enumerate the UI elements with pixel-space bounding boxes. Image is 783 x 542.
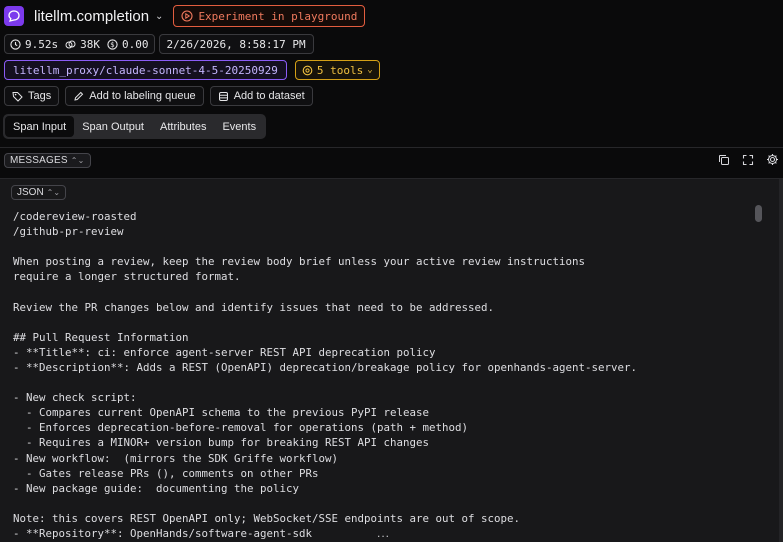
code-line: - **Description**: Adds a REST (OpenAPI)… bbox=[13, 360, 638, 374]
model-name-chip[interactable]: litellm_proxy/claude-sonnet-4-5-20250929 bbox=[4, 60, 287, 80]
copy-icon[interactable] bbox=[718, 154, 730, 166]
scrollbar-thumb[interactable] bbox=[755, 205, 762, 222]
code-line: /codereview-roasted bbox=[13, 210, 137, 223]
chevron-updown-icon: ⌃⌄ bbox=[46, 188, 61, 197]
experiment-in-playground-button[interactable]: Experiment in playground bbox=[173, 5, 366, 27]
tokens-value: 38K bbox=[80, 37, 100, 51]
chevron-updown-icon: ⌃⌄ bbox=[70, 155, 85, 165]
code-line: - New check script: bbox=[13, 391, 137, 405]
tools-label: 5 tools bbox=[316, 63, 364, 77]
code-line: Note: this covers REST OpenAPI only; Web… bbox=[13, 511, 521, 525]
message-content-panel[interactable]: JSON ⌃⌄ /codereview-roasted/github-pr-re… bbox=[0, 178, 783, 542]
svg-text:$: $ bbox=[110, 41, 114, 49]
actions-row: Tags Add to labeling queue Add to datase… bbox=[4, 86, 313, 106]
panel-toolbar bbox=[718, 153, 779, 166]
labeling-label: Add to labeling queue bbox=[89, 90, 196, 102]
tab-attributes[interactable]: Attributes bbox=[152, 116, 214, 137]
message-text[interactable]: /codereview-roasted/github-pr-review Whe… bbox=[13, 209, 748, 541]
add-to-labeling-queue-button[interactable]: Add to labeling queue bbox=[65, 86, 204, 106]
code-line: require a longer structured format. bbox=[13, 270, 241, 284]
code-line: - Requires a MINOR+ version bump for bre… bbox=[13, 436, 430, 450]
code-line: - New package guide: documenting the pol… bbox=[13, 481, 300, 495]
span-header: litellm.completion ⌄ Experiment in playg… bbox=[4, 4, 366, 28]
dollar-icon: $ bbox=[107, 38, 118, 50]
clock-icon bbox=[10, 38, 21, 50]
timestamp-value: 2/26/2026, 8:58:17 PM bbox=[166, 37, 306, 51]
tokens-icon bbox=[65, 39, 76, 50]
gear-icon[interactable] bbox=[766, 153, 779, 166]
json-label: JSON bbox=[17, 187, 44, 198]
dataset-label: Add to dataset bbox=[233, 90, 305, 102]
code-line: /github-pr-review bbox=[13, 225, 124, 239]
tag-icon bbox=[12, 91, 23, 102]
timestamp-chip: 2/26/2026, 8:58:17 PM bbox=[158, 34, 314, 54]
model-row: litellm_proxy/claude-sonnet-4-5-20250929… bbox=[4, 60, 380, 80]
add-to-dataset-button[interactable]: Add to dataset bbox=[209, 86, 313, 106]
content-scrollbar[interactable] bbox=[755, 203, 763, 542]
pencil-icon bbox=[73, 91, 84, 102]
code-line: - New workflow: (mirrors the SDK Griffe … bbox=[13, 451, 339, 465]
experiment-label: Experiment in playground bbox=[198, 9, 358, 23]
tab-events[interactable]: Events bbox=[214, 116, 264, 137]
chevron-down-icon[interactable]: ⌄ bbox=[155, 11, 163, 22]
cost-value: 0.00 bbox=[122, 37, 149, 51]
span-title[interactable]: litellm.completion bbox=[34, 8, 149, 25]
chat-bubble-icon bbox=[4, 6, 24, 26]
tab-span-input[interactable]: Span Input bbox=[5, 116, 75, 137]
json-format-select[interactable]: JSON ⌃⌄ bbox=[11, 185, 67, 200]
stats-row: 9.52s 38K $ 0.00 2/26/2026, 8:58:17 PM bbox=[4, 34, 314, 54]
tab-span-output[interactable]: Span Output bbox=[74, 116, 152, 137]
code-line: Review the PR changes below and identify… bbox=[13, 300, 495, 314]
code-line: - **Title**: ci: enforce agent-server RE… bbox=[13, 345, 436, 359]
outer-scrollbar[interactable] bbox=[779, 179, 783, 542]
tools-icon bbox=[302, 65, 313, 76]
chevron-down-icon: ⌄ bbox=[367, 65, 373, 75]
tags-button[interactable]: Tags bbox=[4, 86, 60, 106]
code-line: - Compares current OpenAPI schema to the… bbox=[13, 406, 430, 420]
latency-value: 9.52s bbox=[25, 37, 59, 51]
span-tabs: Span Input Span Output Attributes Events bbox=[3, 114, 267, 139]
expand-icon[interactable] bbox=[742, 154, 754, 166]
code-line: - Gates release PRs (), comments on othe… bbox=[13, 466, 319, 480]
tags-label: Tags bbox=[28, 90, 52, 102]
play-circle-icon bbox=[181, 10, 193, 22]
more-indicator[interactable]: ... bbox=[377, 526, 390, 540]
section-divider bbox=[0, 147, 783, 148]
model-name: litellm_proxy/claude-sonnet-4-5-20250929 bbox=[13, 63, 278, 77]
messages-label: MESSAGES bbox=[10, 154, 68, 166]
database-icon bbox=[218, 91, 229, 102]
metrics-chip: 9.52s 38K $ 0.00 bbox=[4, 34, 155, 54]
messages-bar: MESSAGES ⌃⌄ bbox=[4, 152, 91, 168]
code-line: ## Pull Request Information bbox=[13, 330, 189, 344]
tools-dropdown[interactable]: 5 tools ⌄ bbox=[294, 60, 380, 80]
code-line: When posting a review, keep the review b… bbox=[13, 255, 586, 269]
messages-format-select[interactable]: MESSAGES ⌃⌄ bbox=[4, 152, 91, 168]
code-line: - Enforces deprecation-before-removal fo… bbox=[13, 421, 469, 435]
